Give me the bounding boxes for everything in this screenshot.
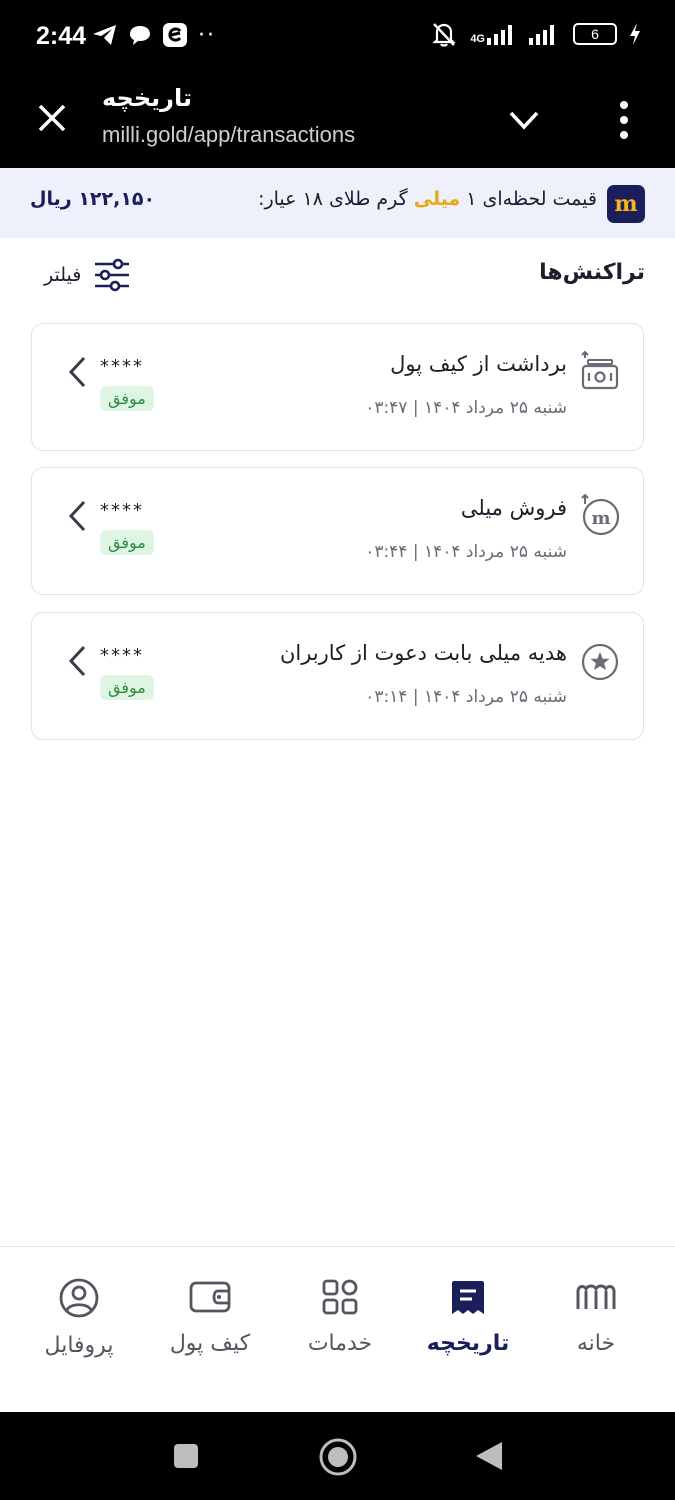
chevron-left-icon — [68, 356, 86, 388]
telegram-icon — [93, 25, 116, 45]
more-vert-icon[interactable] — [608, 98, 640, 142]
page-url[interactable]: milli.gold/app/transactions — [102, 122, 355, 148]
signal-4g-icon: 4G — [470, 23, 517, 45]
transaction-card[interactable]: برداشت از کیف پول شنبه ۲۵ مرداد ۱۴۰۴ | ۰… — [31, 323, 644, 451]
transaction-title: برداشت از کیف پول — [390, 352, 567, 376]
status-badge: موفق — [100, 530, 154, 555]
milli-sell-icon: m — [581, 494, 620, 536]
star-icon — [581, 643, 619, 681]
transaction-card[interactable]: هدیه میلی بابت دعوت از کاربران شنبه ۲۵ م… — [31, 612, 644, 740]
wallet-icon — [189, 1281, 231, 1313]
grid-icon — [322, 1279, 358, 1315]
bottom-nav: خانه تاریخچه خدمات کیف پول پروفایل — [0, 1246, 675, 1412]
charging-bolt-icon — [630, 23, 640, 45]
transaction-date: شنبه ۲۵ مرداد ۱۴۰۴ | ۰۳:۱۴ — [365, 687, 567, 707]
price-banner: m قیمت لحظه‌ای ۱ میلی گرم طلای ۱۸ عیار: … — [0, 168, 675, 238]
status-time: 2:44 — [36, 22, 87, 50]
recents-square-icon[interactable] — [172, 1442, 200, 1470]
milli-home-icon — [576, 1284, 616, 1309]
nav-wallet[interactable]: کیف پول — [145, 1277, 275, 1356]
status-badge: موفق — [100, 386, 154, 411]
close-icon[interactable] — [30, 96, 74, 140]
filter-label: فیلتر — [44, 264, 82, 286]
home-circle-icon[interactable] — [318, 1437, 358, 1477]
status-badge: موفق — [100, 675, 154, 700]
transaction-title: فروش میلی — [460, 496, 567, 520]
cash-withdraw-icon — [581, 350, 619, 390]
price-value: ۱۲۲,۱۵۰ ریال — [30, 188, 156, 210]
milli-logo-icon: m — [607, 185, 645, 223]
transaction-amount: **** — [100, 356, 144, 377]
nav-history[interactable]: تاریخچه — [403, 1277, 533, 1356]
nav-services[interactable]: خدمات — [275, 1277, 405, 1356]
nav-profile[interactable]: پروفایل — [14, 1277, 144, 1358]
system-nav-bar — [0, 1412, 675, 1500]
chevron-down-icon[interactable] — [504, 100, 544, 140]
status-bar: 2:44 ·· 4G 6 — [0, 0, 675, 74]
user-circle-icon — [59, 1278, 99, 1318]
section-title: تراکنش‌ها — [539, 260, 645, 285]
chevron-left-icon — [68, 500, 86, 532]
page-title: تاریخچه — [102, 84, 192, 112]
nav-wallet-label: کیف پول — [169, 1331, 251, 1356]
transaction-card[interactable]: m فروش میلی شنبه ۲۵ مرداد ۱۴۰۴ | ۰۳:۴۴ *… — [31, 467, 644, 595]
browser-toolbar: تاریخچه milli.gold/app/transactions — [0, 74, 675, 168]
nav-home[interactable]: خانه — [531, 1277, 661, 1356]
app-e-icon — [163, 23, 187, 47]
bell-muted-icon — [432, 23, 456, 47]
transaction-amount: **** — [100, 500, 144, 521]
nav-services-label: خدمات — [307, 1331, 373, 1356]
transaction-date: شنبه ۲۵ مرداد ۱۴۰۴ | ۰۳:۴۴ — [365, 542, 567, 562]
filter-button[interactable]: فیلتر — [44, 258, 131, 292]
more-notifications-dots: ·· — [198, 22, 216, 48]
transaction-title: هدیه میلی بابت دعوت از کاربران — [279, 641, 567, 665]
battery-icon: 6 — [573, 23, 617, 45]
back-triangle-icon[interactable] — [474, 1440, 504, 1472]
filter-sliders-icon — [95, 258, 130, 292]
transaction-date: شنبه ۲۵ مرداد ۱۴۰۴ | ۰۳:۴۷ — [365, 398, 567, 418]
nav-home-label: خانه — [576, 1331, 616, 1356]
chat-bubble-icon — [130, 26, 150, 45]
receipt-icon — [452, 1281, 484, 1314]
nav-profile-label: پروفایل — [44, 1333, 114, 1358]
price-label: قیمت لحظه‌ای ۱ میلی گرم طلای ۱۸ عیار: — [258, 188, 597, 210]
nav-history-label: تاریخچه — [426, 1331, 510, 1356]
transaction-amount: **** — [100, 645, 144, 666]
signal-icon — [529, 25, 554, 45]
svg-text:m: m — [591, 508, 610, 529]
chevron-left-icon — [68, 645, 86, 677]
